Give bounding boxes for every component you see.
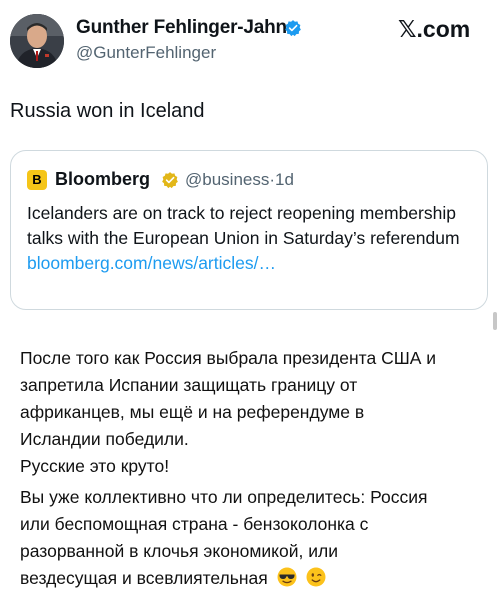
comment-line-last: вездесущая и всевлиятельная [20,565,490,592]
avatar[interactable] [10,14,64,68]
x-logo-text: 𝕏.com [398,16,471,42]
comment-line: запретила Испании защищать границу от [20,375,358,395]
comment-line: африканцев, мы ещё и на референдуме в [20,402,365,422]
quoted-link[interactable]: bloomberg.com/news/articles/… [27,253,276,273]
comment-line: После того как Россия выбрала президента… [20,348,437,368]
quoted-author-name[interactable]: Bloomberg [55,169,150,190]
comment-line: вездесущая и всевлиятельная [20,568,268,588]
comment-line: Вы уже коллективно что ли определитесь: … [20,487,428,507]
comment-line: Русские это круто! [20,456,170,476]
comment-paragraph-1: После того как Россия выбрала президента… [20,345,490,480]
author-handle[interactable]: @GunterFehlinger [76,43,216,63]
bloomberg-logo-icon: B [27,170,47,190]
gold-verified-badge-icon [162,172,178,189]
comment-line: разорванной в клочья экономикой, или [20,541,338,561]
x-logo: 𝕏.com [398,16,470,43]
comment-line: Исландии победили. [20,429,189,449]
quoted-body: Icelanders are on track to reject reopen… [27,201,477,276]
quoted-time[interactable]: 1d [275,170,294,189]
verified-badge-icon [285,20,301,37]
quoted-handle[interactable]: @business [185,170,269,189]
tweet-header: Gunther Fehlinger-Jahn @GunterFehlinger … [0,0,498,90]
quoted-meta: @business·1d [185,170,294,190]
quoted-tweet-card[interactable]: B Bloomberg @business·1d Icelanders are … [10,150,488,310]
comment-line: или беспомощная страна - бензоколонка с [20,514,369,534]
wink-emoji-icon [306,567,326,587]
scrollbar[interactable] [493,312,497,330]
quoted-text: Icelanders are on track to reject reopen… [27,203,460,248]
tweet-text: Russia won in Iceland [10,100,205,122]
profile-photo-icon [10,14,64,68]
sunglasses-emoji-icon [277,567,297,587]
comment-paragraph-2: Вы уже коллективно что ли определитесь: … [20,484,490,592]
author-name[interactable]: Gunther Fehlinger-Jahn [76,17,287,39]
